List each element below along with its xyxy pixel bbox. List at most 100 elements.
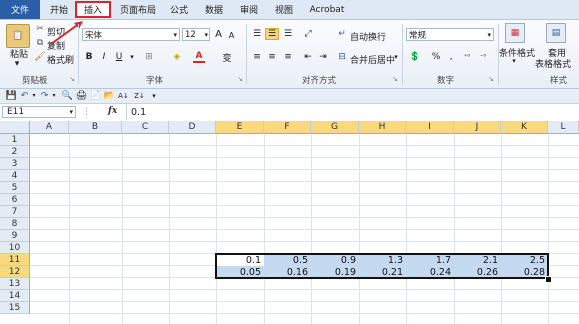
cell-f12[interactable]: 0.16 xyxy=(264,266,311,278)
format-as-table-icon[interactable]: ▤ xyxy=(546,23,566,43)
scissors-icon[interactable]: ✂ xyxy=(35,24,45,34)
tab-formulas[interactable]: 公式 xyxy=(165,0,193,19)
tab-view[interactable]: 视图 xyxy=(270,0,298,19)
print-preview-icon[interactable]: 🔍 xyxy=(62,90,73,101)
tab-page-layout[interactable]: 页面布局 xyxy=(115,0,161,19)
column-header-c[interactable]: C xyxy=(122,121,169,134)
copy-icon[interactable]: ⧉ xyxy=(35,38,45,48)
format-as-table-button[interactable]: 表格格式 xyxy=(535,57,571,70)
customize-toolbar-icon[interactable]: ▾ xyxy=(150,90,158,101)
insert-function-button[interactable]: fx xyxy=(108,106,117,116)
dialog-launcher-icon[interactable]: ↘ xyxy=(391,75,399,83)
paste-icon[interactable]: 📋 xyxy=(6,24,30,48)
dialog-launcher-icon[interactable]: ↘ xyxy=(236,75,244,83)
grow-font-button[interactable]: A xyxy=(213,28,224,40)
chevron-down-icon[interactable]: ▾ xyxy=(12,59,22,69)
row-header-14[interactable]: 14 xyxy=(0,290,30,302)
open-icon[interactable]: 📂 xyxy=(104,90,115,101)
row-header-7[interactable]: 7 xyxy=(0,206,30,218)
row-header-3[interactable]: 3 xyxy=(0,158,30,170)
sort-ascending-icon[interactable]: A↓ xyxy=(118,90,129,101)
tab-file[interactable]: 文件 xyxy=(0,0,40,19)
orientation-icon[interactable]: ⤢ xyxy=(301,28,315,40)
font-name-select[interactable]: 宋体 ▾ xyxy=(82,28,180,41)
cell-g12[interactable]: 0.19 xyxy=(311,266,359,278)
align-bottom-icon[interactable]: ☰ xyxy=(281,28,295,40)
align-center-icon[interactable]: ≡ xyxy=(265,51,279,63)
row-header-12[interactable]: 12 xyxy=(0,266,30,278)
column-header-h[interactable]: H xyxy=(359,121,406,134)
row-header-1[interactable]: 1 xyxy=(0,134,30,146)
tab-data[interactable]: 数据 xyxy=(200,0,228,19)
name-box[interactable]: E11 ▾ xyxy=(2,106,76,118)
italic-button[interactable]: I xyxy=(99,51,109,63)
align-top-icon[interactable]: ☰ xyxy=(250,28,264,40)
chevron-down-icon[interactable]: ▾ xyxy=(510,57,518,65)
column-header-d[interactable]: D xyxy=(169,121,216,134)
comma-button[interactable]: , xyxy=(446,51,456,63)
formula-input[interactable]: 0.1 xyxy=(126,104,579,120)
cell-e12[interactable]: 0.05 xyxy=(216,266,264,278)
increase-indent-icon[interactable]: ⇥ xyxy=(316,51,330,63)
percent-button[interactable]: % xyxy=(430,51,442,63)
fill-handle[interactable] xyxy=(545,276,552,283)
conditional-formatting-icon[interactable]: ▦ xyxy=(505,23,525,43)
row-header-2[interactable]: 2 xyxy=(0,146,30,158)
save-icon[interactable]: 💾 xyxy=(6,90,17,101)
new-icon[interactable]: 📄 xyxy=(90,90,101,101)
merge-center-icon[interactable]: ⊟ xyxy=(336,51,348,63)
chevron-down-icon[interactable]: ▾ xyxy=(31,90,37,101)
column-header-k[interactable]: K xyxy=(501,121,548,134)
tab-review[interactable]: 审阅 xyxy=(235,0,263,19)
column-header-a[interactable]: A xyxy=(30,121,69,134)
number-format-select[interactable]: 常规 ▾ xyxy=(406,28,494,41)
dialog-launcher-icon[interactable]: ↘ xyxy=(68,75,76,83)
column-header-f[interactable]: F xyxy=(264,121,311,134)
chevron-down-icon[interactable]: ▾ xyxy=(392,52,400,62)
cell-h12[interactable]: 0.21 xyxy=(359,266,406,278)
align-right-icon[interactable]: ≡ xyxy=(281,51,295,63)
align-middle-icon[interactable]: ☰ xyxy=(265,28,279,40)
fill-color-icon[interactable]: ◈ xyxy=(170,51,184,63)
cell-h11[interactable]: 1.3 xyxy=(359,254,406,266)
tab-acrobat[interactable]: Acrobat xyxy=(304,0,350,19)
cell-e11[interactable]: 0.1 xyxy=(216,254,264,266)
tab-home[interactable]: 开始 xyxy=(46,0,72,19)
row-header-11[interactable]: 11 xyxy=(0,254,30,266)
phonetic-button[interactable]: 变 xyxy=(220,51,234,64)
row-header-15[interactable]: 15 xyxy=(0,302,30,314)
column-header-l[interactable]: L xyxy=(548,121,579,134)
row-header-6[interactable]: 6 xyxy=(0,194,30,206)
dialog-launcher-icon[interactable]: ↘ xyxy=(487,75,495,83)
format-painter-icon[interactable]: 🖌 xyxy=(34,52,45,62)
cell-k11[interactable]: 2.5 xyxy=(501,254,548,266)
cell-i11[interactable]: 1.7 xyxy=(406,254,454,266)
accounting-format-icon[interactable]: 💲 xyxy=(408,51,422,63)
row-header-4[interactable]: 4 xyxy=(0,170,30,182)
decrease-indent-icon[interactable]: ⇤ xyxy=(301,51,315,63)
redo-icon[interactable]: ↷ xyxy=(39,90,50,101)
align-left-icon[interactable]: ≡ xyxy=(250,51,264,63)
row-header-8[interactable]: 8 xyxy=(0,218,30,230)
format-painter-button[interactable]: 格式刷 xyxy=(47,53,74,66)
undo-icon[interactable]: ↶ xyxy=(19,90,30,101)
tab-insert[interactable]: 插入 xyxy=(75,1,111,18)
chevron-down-icon[interactable]: ▾ xyxy=(128,52,136,62)
row-header-5[interactable]: 5 xyxy=(0,182,30,194)
row-header-13[interactable]: 13 xyxy=(0,278,30,290)
cell-i12[interactable]: 0.24 xyxy=(406,266,454,278)
column-header-e[interactable]: E xyxy=(216,121,264,134)
decrease-decimal-icon[interactable]: ⁻⁰ xyxy=(476,51,490,63)
column-header-j[interactable]: J xyxy=(454,121,501,134)
cell-f11[interactable]: 0.5 xyxy=(264,254,311,266)
spreadsheet-grid[interactable]: A B C D E F G H I J K L 1 2 3 4 5 6 7 8 … xyxy=(0,121,579,324)
merge-center-button[interactable]: 合并后居中 xyxy=(350,53,395,66)
underline-button[interactable]: U xyxy=(114,51,124,63)
cell-k12[interactable]: 0.28 xyxy=(501,266,548,278)
print-icon[interactable]: 🖨 xyxy=(76,90,87,101)
border-icon[interactable]: ⊞ xyxy=(142,51,156,63)
select-all-corner[interactable] xyxy=(0,121,30,134)
cell-j11[interactable]: 2.1 xyxy=(454,254,501,266)
column-header-i[interactable]: I xyxy=(406,121,454,134)
font-size-select[interactable]: 12 ▾ xyxy=(182,28,210,41)
